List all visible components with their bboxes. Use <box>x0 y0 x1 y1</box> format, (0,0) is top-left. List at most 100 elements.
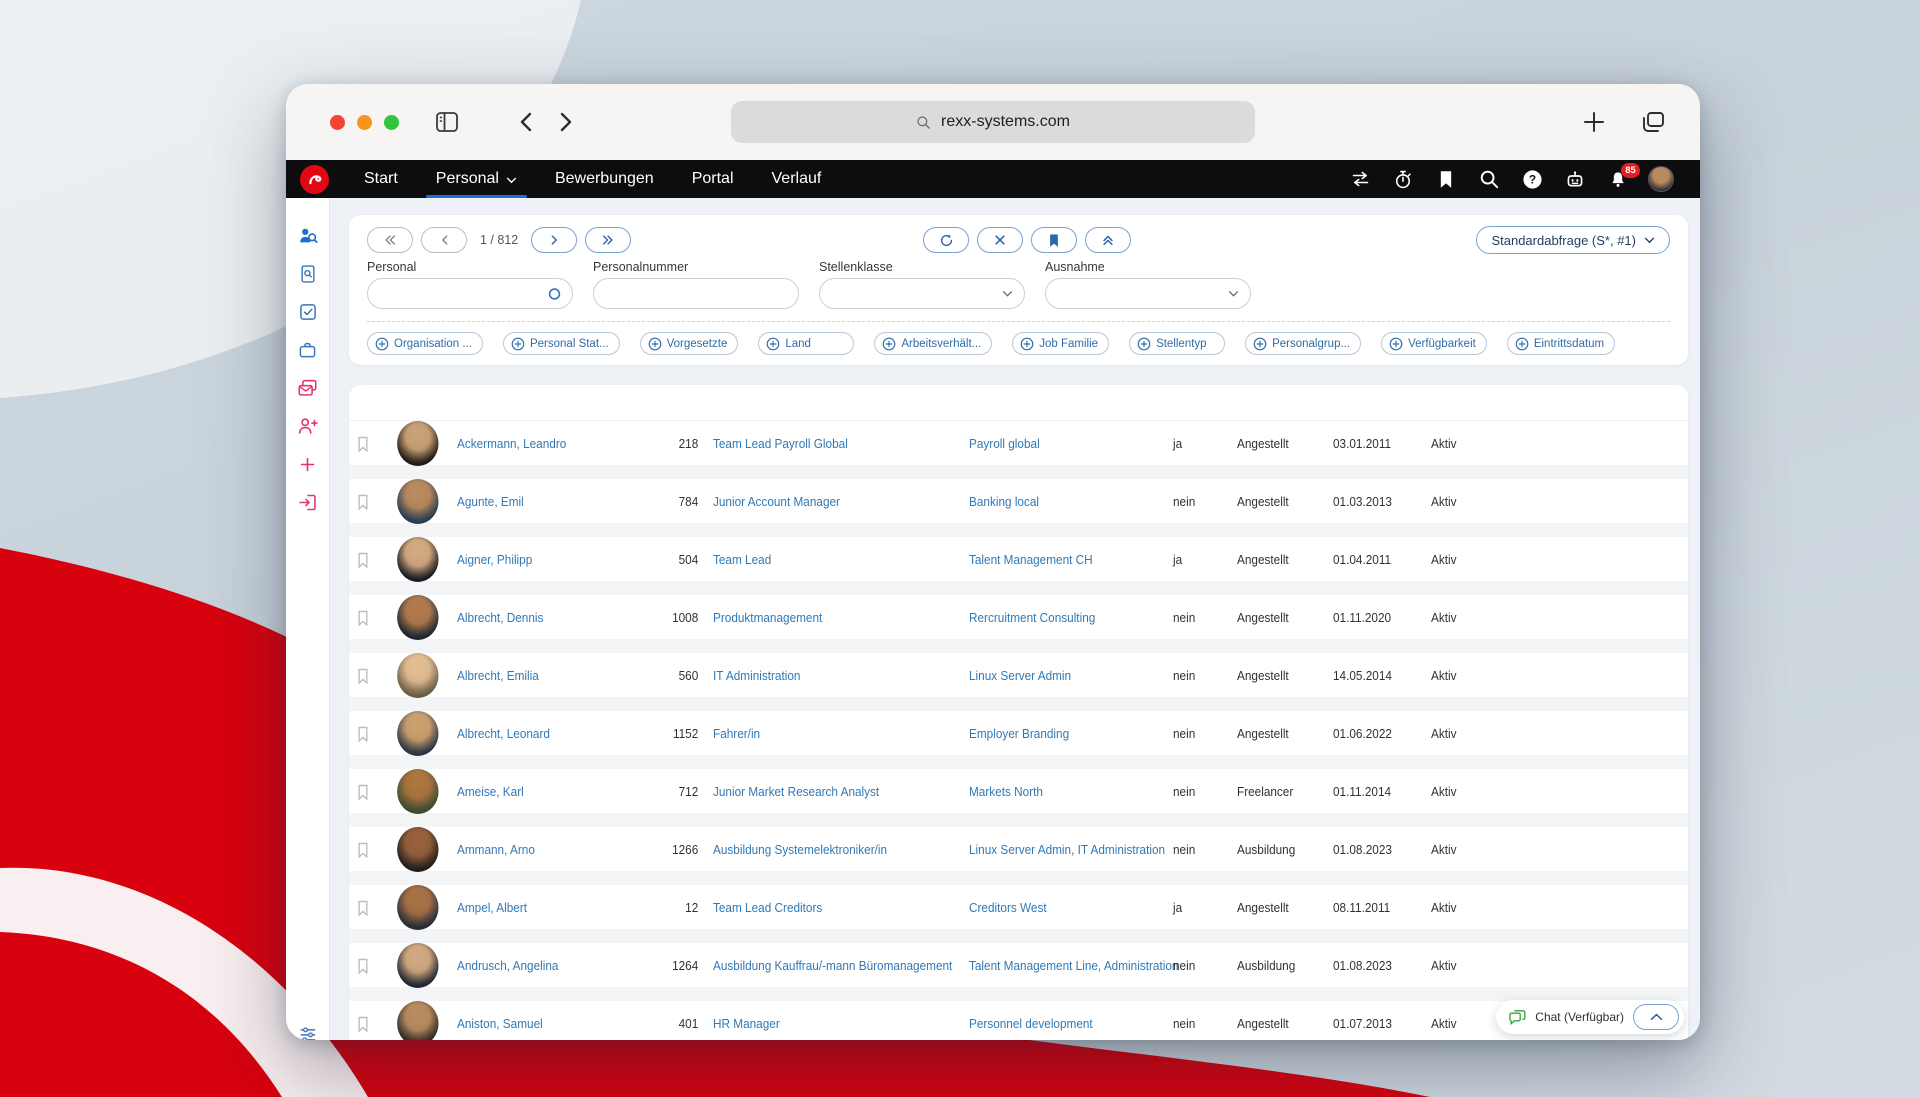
table-row[interactable]: Albrecht, Emilia 560 IT Administration L… <box>349 653 1688 711</box>
avatar[interactable] <box>397 421 438 466</box>
organisation-link[interactable]: Personnel development <box>969 1016 1093 1031</box>
table-row[interactable]: Albrecht, Leonard 1152 Fahrer/in Employe… <box>349 711 1688 769</box>
help-icon[interactable]: ? <box>1517 164 1547 194</box>
organisation-link[interactable]: Banking local <box>969 494 1039 509</box>
add-filter-chip[interactable]: Verfügbarkeit <box>1381 332 1487 355</box>
add-filter-chip[interactable]: Vorgesetzte <box>640 332 739 355</box>
add-filter-chip[interactable]: Personal Stat... <box>503 332 620 355</box>
person-link[interactable]: Aigner, Philipp <box>457 552 532 567</box>
person-link[interactable]: Ampel, Albert <box>457 900 527 915</box>
clear-icon[interactable] <box>977 227 1023 253</box>
transfer-icon[interactable] <box>1345 164 1375 194</box>
nav-item[interactable]: Personal <box>417 160 536 198</box>
row-bookmark-icon[interactable] <box>357 436 369 452</box>
nav-item[interactable]: Start <box>345 160 417 198</box>
avatar[interactable] <box>397 885 438 930</box>
rexx-logo[interactable] <box>300 165 329 194</box>
person-link[interactable]: Albrecht, Dennis <box>457 610 543 625</box>
row-bookmark-icon[interactable] <box>357 784 369 800</box>
bookmark-icon[interactable] <box>1031 227 1077 253</box>
person-search-icon[interactable] <box>296 224 320 248</box>
organisation-link[interactable]: Talent Management Line, Administration <box>969 958 1178 973</box>
stelle-link[interactable]: Produktmanagement <box>713 610 822 625</box>
bell-icon[interactable]: 85 <box>1603 164 1633 194</box>
next-page-button[interactable] <box>531 227 577 253</box>
picker-ring-icon[interactable] <box>548 287 561 300</box>
avatar[interactable] <box>397 769 438 814</box>
stopwatch-icon[interactable] <box>1388 164 1418 194</box>
user-avatar[interactable] <box>1646 164 1676 194</box>
checkbox-icon[interactable] <box>296 300 320 324</box>
avatar[interactable] <box>397 943 438 988</box>
person-link[interactable]: Albrecht, Emilia <box>457 668 539 683</box>
add-filter-chip[interactable]: Job Familie <box>1012 332 1109 355</box>
avatar[interactable] <box>397 711 438 756</box>
person-add-icon[interactable] <box>296 414 320 438</box>
table-row[interactable]: Ammann, Arno 1266 Ausbildung Systemelekt… <box>349 827 1688 885</box>
add-filter-chip[interactable]: Stellentyp <box>1129 332 1225 355</box>
person-link[interactable]: Ammann, Arno <box>457 842 535 857</box>
row-bookmark-icon[interactable] <box>357 900 369 916</box>
field-input[interactable] <box>593 278 799 309</box>
person-link[interactable]: Ackermann, Leandro <box>457 436 566 451</box>
stelle-link[interactable]: Team Lead Payroll Global <box>713 436 848 451</box>
close-button[interactable] <box>330 115 345 130</box>
organisation-link[interactable]: Creditors West <box>969 900 1047 915</box>
chat-expand-button[interactable] <box>1633 1004 1679 1030</box>
row-bookmark-icon[interactable] <box>357 842 369 858</box>
avatar[interactable] <box>397 537 438 582</box>
field-input[interactable] <box>819 278 1025 309</box>
stelle-link[interactable]: Ausbildung Systemelektroniker/in <box>713 842 887 857</box>
add-filter-chip[interactable]: Arbeitsverhält... <box>874 332 992 355</box>
organisation-link[interactable]: Markets North <box>969 784 1043 799</box>
table-row[interactable]: Andrusch, Angelina 1264 Ausbildung Kauff… <box>349 943 1688 1001</box>
back-icon[interactable] <box>517 110 535 134</box>
organisation-link[interactable]: Talent Management CH <box>969 552 1093 567</box>
stelle-link[interactable]: Junior Account Manager <box>713 494 840 509</box>
sidebar-toggle-icon[interactable] <box>435 111 459 133</box>
row-bookmark-icon[interactable] <box>357 726 369 742</box>
prev-page-button[interactable] <box>421 227 467 253</box>
table-row[interactable]: Albrecht, Dennis 1008 Produktmanagement … <box>349 595 1688 653</box>
new-tab-icon[interactable] <box>1582 110 1606 134</box>
field-input[interactable] <box>367 278 573 309</box>
person-link[interactable]: Albrecht, Leonard <box>457 726 550 741</box>
add-filter-chip[interactable]: Eintrittsdatum <box>1507 332 1615 355</box>
settings-icon[interactable] <box>296 1022 320 1040</box>
last-page-button[interactable] <box>585 227 631 253</box>
table-row[interactable]: Ameise, Karl 712 Junior Market Research … <box>349 769 1688 827</box>
table-row[interactable]: Ackermann, Leandro 218 Team Lead Payroll… <box>349 421 1688 479</box>
stelle-link[interactable]: Junior Market Research Analyst <box>713 784 879 799</box>
bookmark-icon[interactable] <box>1431 164 1461 194</box>
import-icon[interactable] <box>296 490 320 514</box>
forward-icon[interactable] <box>557 110 575 134</box>
avatar[interactable] <box>397 653 438 698</box>
zoom-button[interactable] <box>384 115 399 130</box>
minimize-button[interactable] <box>357 115 372 130</box>
table-row[interactable]: Ampel, Albert 12 Team Lead Creditors Cre… <box>349 885 1688 943</box>
briefcase-icon[interactable] <box>296 338 320 362</box>
field-input[interactable] <box>1045 278 1251 309</box>
organisation-link[interactable]: Payroll global <box>969 436 1040 451</box>
nav-item[interactable]: Verlauf <box>753 160 841 198</box>
person-link[interactable]: Agunte, Emil <box>457 494 524 509</box>
nav-item[interactable]: Portal <box>673 160 753 198</box>
add-filter-chip[interactable]: Organisation ... <box>367 332 483 355</box>
row-bookmark-icon[interactable] <box>357 552 369 568</box>
person-link[interactable]: Ameise, Karl <box>457 784 524 799</box>
add-filter-chip[interactable]: Land <box>758 332 854 355</box>
avatar[interactable] <box>397 479 438 524</box>
mail-stack-icon[interactable] <box>296 376 320 400</box>
organisation-link[interactable]: Rercruitment Consulting <box>969 610 1095 625</box>
saved-query-dropdown[interactable]: Standardabfrage (S*, #1) <box>1476 226 1670 254</box>
plus-icon[interactable] <box>296 452 320 476</box>
row-bookmark-icon[interactable] <box>357 668 369 684</box>
person-link[interactable]: Andrusch, Angelina <box>457 958 558 973</box>
organisation-link[interactable]: Employer Branding <box>969 726 1069 741</box>
row-bookmark-icon[interactable] <box>357 494 369 510</box>
add-filter-chip[interactable]: Personalgrup... <box>1245 332 1361 355</box>
address-bar[interactable]: rexx-systems.com <box>731 101 1255 143</box>
row-bookmark-icon[interactable] <box>357 1016 369 1032</box>
refresh-icon[interactable] <box>923 227 969 253</box>
row-bookmark-icon[interactable] <box>357 958 369 974</box>
